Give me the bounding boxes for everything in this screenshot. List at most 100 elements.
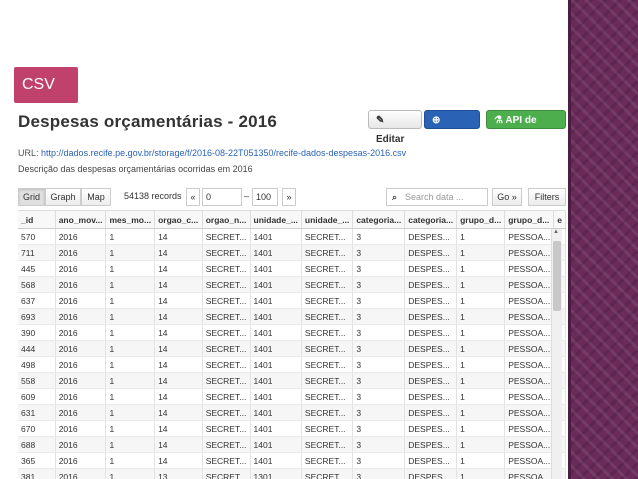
table-cell: 3: [352, 292, 406, 309]
table-row[interactable]: 570 2016 1 14 SECRET... 1401 SECRET... 3 DESPES.…: [18, 228, 566, 245]
column-header[interactable]: ano_mov...: [55, 211, 107, 229]
table-row[interactable]: 444 2016 1 14 SECRET... 1401 SECRET... 3 DESPES.…: [18, 340, 566, 357]
column-header[interactable]: e: [553, 211, 566, 229]
table-cell: 1401: [250, 436, 302, 453]
table-cell: DESPES...: [404, 308, 458, 325]
view-graph-button[interactable]: Graph: [45, 188, 81, 206]
pager-to-input[interactable]: 100: [252, 188, 278, 206]
table-cell: 637: [18, 292, 56, 309]
table-cell: 1401: [250, 308, 302, 325]
go-button[interactable]: Go »: [492, 188, 522, 206]
column-header[interactable]: orgao_c...: [154, 211, 203, 229]
table-row[interactable]: 381 2016 1 13 SECRET... 1301 SECRET... 3 DESPES.…: [18, 468, 566, 479]
table-cell: 3: [352, 356, 406, 373]
table-cell: 1401: [250, 372, 302, 389]
table-row[interactable]: 670 2016 1 14 SECRET... 1401 SECRET... 3 DESPES.…: [18, 420, 566, 437]
table-cell: 1: [105, 228, 156, 245]
decorative-band: [568, 0, 638, 479]
table-cell: 1: [105, 276, 156, 293]
table-cell: SECRET...: [301, 468, 354, 479]
table-cell: 3: [352, 228, 406, 245]
table-row[interactable]: 365 2016 1 14 SECRET... 1401 SECRET... 3 DESPES.…: [18, 452, 566, 469]
table-cell: 1401: [250, 260, 302, 277]
api-button[interactable]: ⚗ API de dados: [486, 110, 566, 145]
table-cell: 1: [105, 356, 156, 373]
scrollbar-thumb[interactable]: [553, 241, 561, 311]
table-cell: SECRET...: [202, 292, 251, 309]
table-cell: 1: [456, 340, 506, 357]
table-cell: 2016: [55, 388, 107, 405]
view-map-button[interactable]: Map: [81, 188, 111, 206]
table-cell: 568: [18, 276, 56, 293]
table-row[interactable]: 609 2016 1 14 SECRET... 1401 SECRET... 3 DESPES.…: [18, 388, 566, 405]
column-header[interactable]: categoria...: [352, 211, 406, 229]
column-header[interactable]: grupo_d...: [456, 211, 506, 229]
table-cell: SECRET...: [202, 356, 251, 373]
table-cell: 670: [18, 420, 56, 437]
table-cell: 365: [18, 452, 56, 469]
edit-button[interactable]: ✎ Editar: [368, 110, 422, 145]
pager-separator: –: [244, 191, 250, 201]
table-cell: 3: [352, 436, 406, 453]
grid-scrollbar[interactable]: ▲: [551, 229, 562, 479]
table-cell: PESSOA...: [504, 404, 555, 421]
record-count: 54138 records: [124, 191, 182, 201]
table-cell: 1401: [250, 292, 302, 309]
column-header[interactable]: categoria...: [404, 211, 458, 229]
table-cell: 1: [105, 420, 156, 437]
column-header[interactable]: unidade_...: [250, 211, 302, 229]
search-input[interactable]: ⌕ Search data ...: [386, 188, 488, 206]
table-row[interactable]: 445 2016 1 14 SECRET... 1401 SECRET... 3 DESPES.…: [18, 260, 566, 277]
table-cell: DESPES...: [404, 404, 458, 421]
table-cell: 14: [154, 356, 203, 373]
view-grid-button[interactable]: Grid: [18, 188, 45, 206]
table-cell: 2016: [55, 436, 107, 453]
table-cell: PESSOA...: [504, 292, 555, 309]
table-row[interactable]: 637 2016 1 14 SECRET... 1401 SECRET... 3 DESPES.…: [18, 292, 566, 309]
scroll-up-icon[interactable]: ▲: [553, 229, 559, 235]
table-cell: SECRET...: [301, 420, 354, 437]
table-cell: 631: [18, 404, 56, 421]
column-header[interactable]: orgao_n...: [202, 211, 251, 229]
filters-button[interactable]: Filters: [528, 188, 566, 206]
pager-prev-button[interactable]: «: [186, 188, 200, 206]
table-row[interactable]: 568 2016 1 14 SECRET... 1401 SECRET... 3 DESPES.…: [18, 276, 566, 293]
table-cell: 14: [154, 372, 203, 389]
table-row[interactable]: 558 2016 1 14 SECRET... 1401 SECRET... 3 DESPES.…: [18, 372, 566, 389]
table-cell: 1401: [250, 356, 302, 373]
table-cell: 1: [456, 452, 506, 469]
slide: CSV Despesas orçamentárias - 2016 ✎ Edit…: [0, 0, 638, 479]
table-cell: 1: [456, 436, 506, 453]
table-row[interactable]: 390 2016 1 14 SECRET... 1401 SECRET... 3 DESPES.…: [18, 324, 566, 341]
table-cell: 1: [456, 404, 506, 421]
table-row[interactable]: 688 2016 1 14 SECRET... 1401 SECRET... 3 DESPES.…: [18, 436, 566, 453]
grid-toolbar: Grid Graph Map 54138 records « 0 – 100 »…: [18, 188, 566, 206]
table-cell: 390: [18, 324, 56, 341]
table-cell: PESSOA...: [504, 260, 555, 277]
search-placeholder: Search data ...: [405, 192, 464, 202]
column-header[interactable]: unidade_...: [301, 211, 354, 229]
table-cell: SECRET...: [301, 452, 354, 469]
table-cell: 1401: [250, 388, 302, 405]
column-header[interactable]: mes_mo...: [105, 211, 156, 229]
table-cell: 13: [154, 468, 203, 479]
column-header[interactable]: _id: [18, 211, 56, 229]
table-cell: 3: [352, 244, 406, 261]
table-cell: 1: [105, 468, 156, 479]
table-cell: 1401: [250, 420, 302, 437]
pager-next-button[interactable]: »: [282, 188, 296, 206]
table-cell: 1: [105, 340, 156, 357]
table-cell: SECRET...: [301, 308, 354, 325]
column-header[interactable]: grupo_d...: [504, 211, 555, 229]
table-row[interactable]: 631 2016 1 14 SECRET... 1401 SECRET... 3 DESPES.…: [18, 404, 566, 421]
page-title: Despesas orçamentárias - 2016: [18, 112, 278, 131]
table-cell: SECRET...: [202, 388, 251, 405]
table-row[interactable]: 711 2016 1 14 SECRET... 1401 SECRET... 3 DESPES.…: [18, 244, 566, 261]
table-row[interactable]: 693 2016 1 14 SECRET... 1401 SECRET... 3 DESPES.…: [18, 308, 566, 325]
table-cell: PESSOA...: [504, 452, 555, 469]
download-button[interactable]: ⊕ Baixar: [424, 110, 480, 145]
pager-from-input[interactable]: 0: [202, 188, 242, 206]
table-row[interactable]: 498 2016 1 14 SECRET... 1401 SECRET... 3 DESPES.…: [18, 356, 566, 373]
url-link[interactable]: http://dados.recife.pe.gov.br/storage/f/…: [41, 148, 406, 158]
table-cell: 3: [352, 260, 406, 277]
